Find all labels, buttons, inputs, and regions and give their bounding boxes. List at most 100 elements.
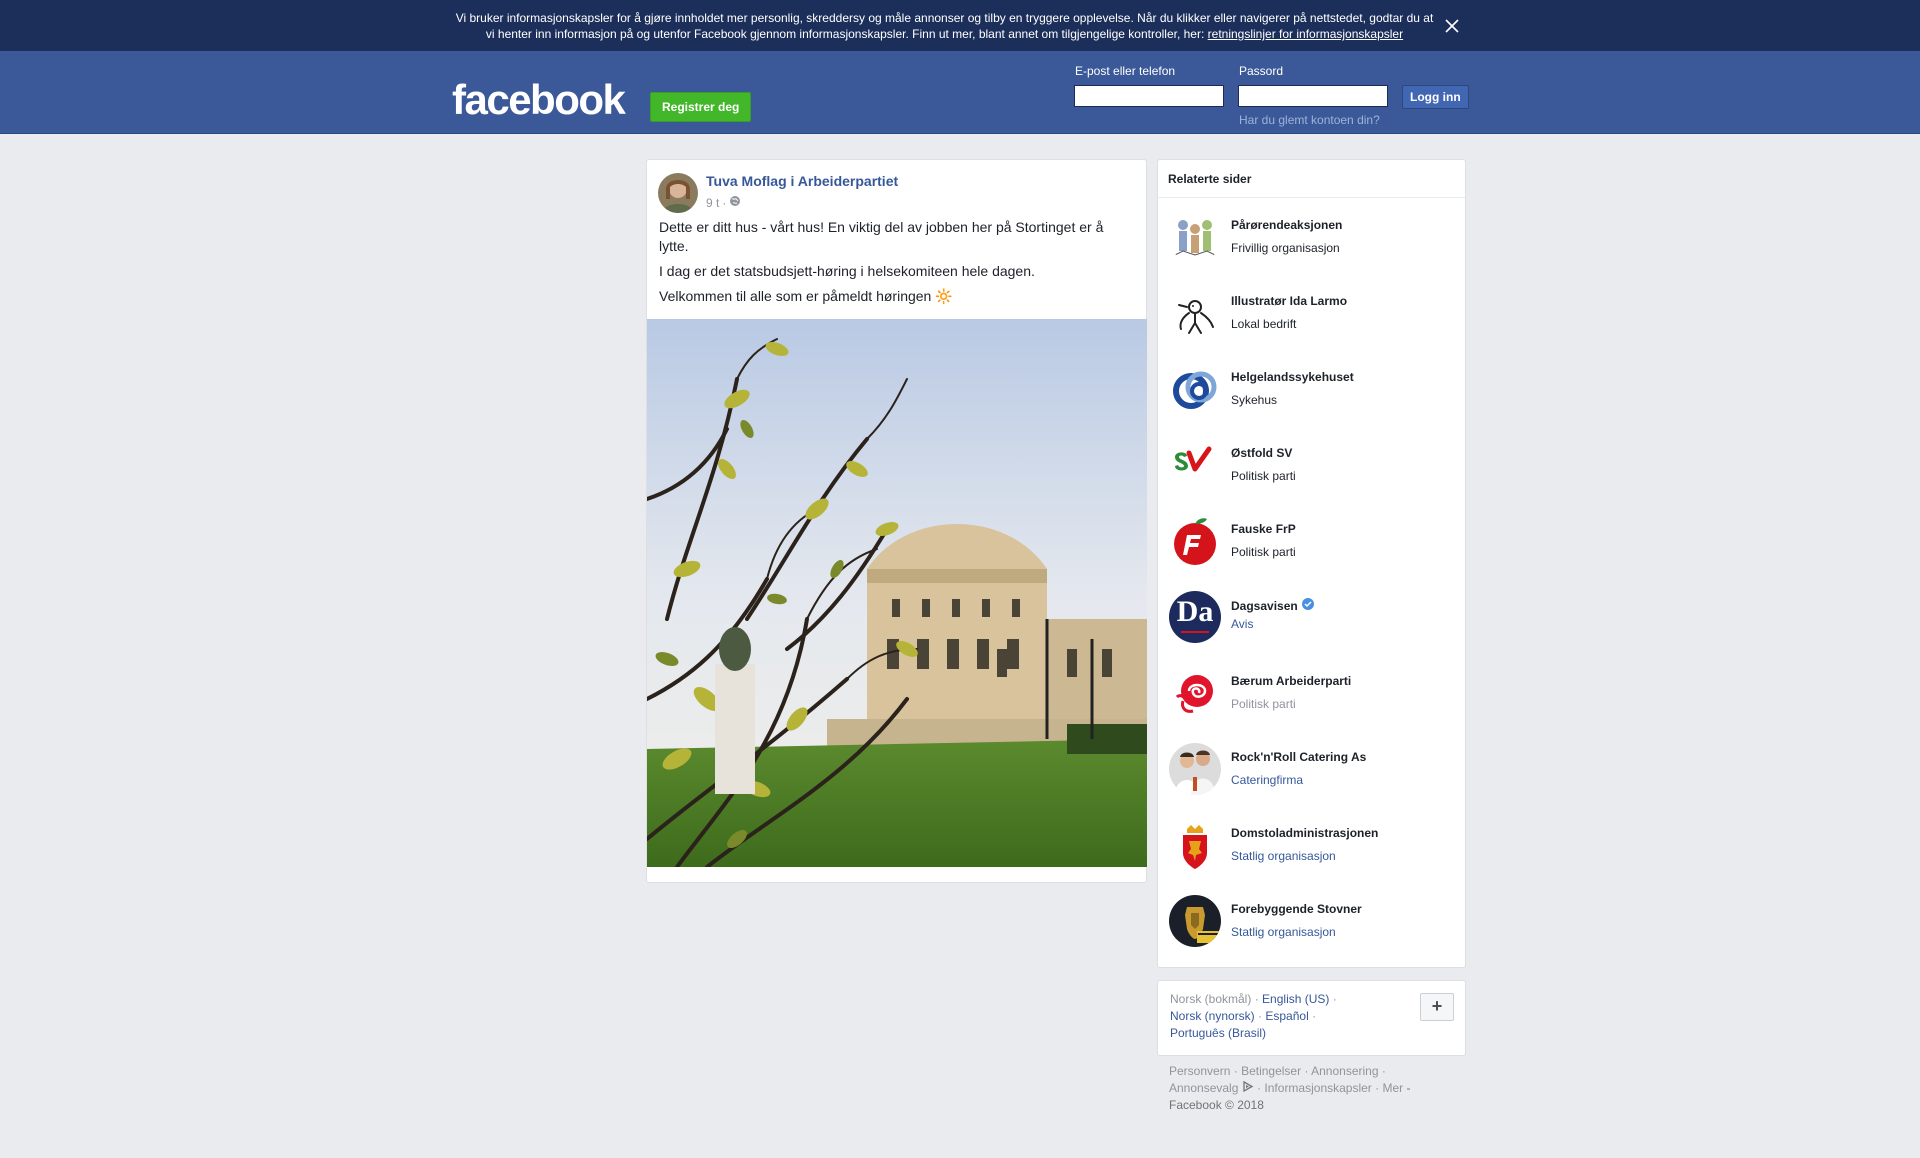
related-page-name[interactable]: Pårørendeaksjonen xyxy=(1231,218,1342,232)
cookie-policy-link[interactable]: retningslinjer for informasjonskapsler xyxy=(1208,27,1403,41)
language-portuguese[interactable]: Português (Brasil) xyxy=(1170,1026,1266,1040)
related-item: Bærum Arbeiderparti Politisk parti xyxy=(1169,667,1459,727)
password-label: Passord xyxy=(1239,64,1284,78)
email-label: E-post eller telefon xyxy=(1075,64,1176,78)
post-author-link[interactable]: Tuva Moflag i Arbeiderpartiet xyxy=(706,173,898,189)
related-page-name[interactable]: Dagsavisen xyxy=(1231,598,1314,613)
top-bar: facebook Registrer deg E-post eller tele… xyxy=(0,52,1920,134)
page-name-text: Bærum Arbeiderparti xyxy=(1231,674,1352,688)
page-thumbnail[interactable] xyxy=(1169,287,1221,339)
page-name-text: Fauske FrP xyxy=(1231,522,1296,536)
adchoices-icon xyxy=(1242,1080,1254,1095)
post-paragraph: Dette er ditt hus - vårt hus! En viktig … xyxy=(659,219,1104,254)
language-english[interactable]: English (US) xyxy=(1262,992,1329,1006)
language-selector: Norsk (bokmål) · English (US) · Norsk (n… xyxy=(1157,980,1466,1056)
separator: · xyxy=(1381,1064,1386,1078)
login-button[interactable]: Logg inn xyxy=(1402,85,1469,109)
footer-more-link[interactable]: Mer xyxy=(1383,1081,1404,1095)
related-item: Fauske FrP Politisk parti xyxy=(1169,515,1459,575)
related-page-name[interactable]: Domstoladministrasjonen xyxy=(1231,826,1378,840)
page-name-text: Østfold SV xyxy=(1231,446,1293,460)
separator: - xyxy=(1406,1081,1411,1095)
related-page-name[interactable]: Rock'n'Roll Catering As xyxy=(1231,750,1366,764)
related-page-category: Politisk parti xyxy=(1231,469,1296,483)
forgot-account-link[interactable]: Har du glemt kontoen din? xyxy=(1239,113,1380,127)
page-name-text: Rock'n'Roll Catering As xyxy=(1231,750,1367,764)
verified-badge-icon xyxy=(1301,598,1314,613)
page-thumbnail[interactable] xyxy=(1169,439,1221,491)
page-thumbnail[interactable] xyxy=(1169,211,1221,263)
related-pages: Relaterte sider Pårørendeaksjonen Frivil… xyxy=(1157,159,1466,968)
related-page-name[interactable]: Bærum Arbeiderparti xyxy=(1231,674,1351,688)
author-avatar[interactable] xyxy=(658,173,698,213)
footer-cookies-link[interactable]: Informasjonskapsler xyxy=(1264,1081,1371,1095)
post-paragraph: I dag er det statsbudsjett-høring i hels… xyxy=(659,263,1035,279)
register-button[interactable]: Registrer deg xyxy=(650,92,752,122)
post-card: Tuva Moflag i Arbeiderpartiet 9 t · Dett… xyxy=(646,159,1147,883)
facebook-logo[interactable]: facebook xyxy=(452,76,626,124)
current-language: Norsk (bokmål) xyxy=(1170,992,1252,1006)
related-item: Pårørendeaksjonen Frivillig organisasjon xyxy=(1169,211,1459,271)
page-thumbnail[interactable] xyxy=(1169,743,1221,795)
page-thumbnail[interactable]: Da xyxy=(1169,591,1221,643)
footer-privacy-link[interactable]: Personvern xyxy=(1169,1064,1230,1078)
post-photo[interactable] xyxy=(647,319,1147,867)
page-name-text: Domstoladministrasjonen xyxy=(1231,826,1379,840)
page-thumbnail[interactable] xyxy=(1169,363,1221,415)
more-languages-button[interactable]: + xyxy=(1420,993,1454,1021)
footer: Personvern · Betingelser · Annonsering ·… xyxy=(1169,1063,1459,1114)
footer-adchoices-link[interactable]: Annonsevalg xyxy=(1169,1080,1254,1095)
page-name-text: Helgelandssykehuset xyxy=(1231,370,1354,384)
related-page-category: Lokal bedrift xyxy=(1231,317,1297,331)
related-item: Østfold SV Politisk parti xyxy=(1169,439,1459,499)
adchoices-label: Annonsevalg xyxy=(1169,1081,1239,1095)
related-item: Domstoladministrasjonen Statlig organisa… xyxy=(1169,819,1459,879)
password-field[interactable] xyxy=(1238,85,1388,107)
related-page-category[interactable]: Statlig organisasjon xyxy=(1231,849,1336,863)
cookie-notice: Vi bruker informasjonskapsler for å gjør… xyxy=(452,10,1437,42)
related-page-name[interactable]: Fauske FrP xyxy=(1231,522,1296,536)
email-field[interactable] xyxy=(1074,85,1224,107)
close-icon[interactable] xyxy=(1440,14,1464,38)
separator: · xyxy=(1375,1081,1380,1095)
related-page-category[interactable]: Cateringfirma xyxy=(1231,773,1303,787)
page-name-text: Illustratør Ida Larmo xyxy=(1231,294,1348,308)
separator: · xyxy=(1312,1009,1317,1023)
related-page-name[interactable]: Østfold SV xyxy=(1231,446,1292,460)
footer-ads-link[interactable]: Annonsering xyxy=(1311,1064,1378,1078)
separator: · xyxy=(1304,1064,1309,1078)
page-thumbnail[interactable] xyxy=(1169,515,1221,567)
language-list: Norsk (bokmål) · English (US) · Norsk (n… xyxy=(1170,991,1370,1042)
related-page-category: Sykehus xyxy=(1231,393,1278,407)
globe-icon[interactable] xyxy=(729,195,741,210)
related-page-name[interactable]: Helgelandssykehuset xyxy=(1231,370,1354,384)
related-pages-title: Relaterte sider xyxy=(1158,160,1465,198)
separator: · xyxy=(1233,1064,1238,1078)
page-name-text: Dagsavisen xyxy=(1231,598,1298,613)
language-nynorsk[interactable]: Norsk (nynorsk) xyxy=(1170,1009,1255,1023)
post-text: Dette er ditt hus - vårt hus! En viktig … xyxy=(659,218,1134,312)
separator: · xyxy=(1258,1009,1263,1023)
language-spanish[interactable]: Español xyxy=(1265,1009,1308,1023)
related-page-category[interactable]: Avis xyxy=(1231,617,1253,631)
related-item: Forebyggende Stovner Statlig organisasjo… xyxy=(1169,895,1459,955)
related-item: Rock'n'Roll Catering As Cateringfirma xyxy=(1169,743,1459,803)
post-timestamp[interactable]: 9 t xyxy=(706,196,719,210)
related-page-name[interactable]: Illustratør Ida Larmo xyxy=(1231,294,1347,308)
related-page-category: Politisk parti xyxy=(1231,697,1296,711)
related-page-category: Politisk parti xyxy=(1231,545,1296,559)
page-thumbnail[interactable] xyxy=(1169,667,1221,719)
page-thumbnail[interactable] xyxy=(1169,819,1221,871)
page-name-text: Forebyggende Stovner xyxy=(1231,902,1362,916)
copyright: Facebook © 2018 xyxy=(1169,1098,1264,1112)
separator: · xyxy=(1257,1081,1262,1095)
cookie-banner: Vi bruker informasjonskapsler for å gjør… xyxy=(0,0,1920,52)
related-page-category[interactable]: Statlig organisasjon xyxy=(1231,925,1336,939)
related-page-name[interactable]: Forebyggende Stovner xyxy=(1231,902,1362,916)
footer-terms-link[interactable]: Betingelser xyxy=(1241,1064,1301,1078)
separator: · xyxy=(1332,992,1337,1006)
post-paragraph: Velkommen til alle som er påmeldt høring… xyxy=(659,288,953,304)
meta-separator: · xyxy=(722,195,727,210)
related-page-category: Frivillig organisasjon xyxy=(1231,241,1340,255)
page-thumbnail[interactable] xyxy=(1169,895,1221,947)
